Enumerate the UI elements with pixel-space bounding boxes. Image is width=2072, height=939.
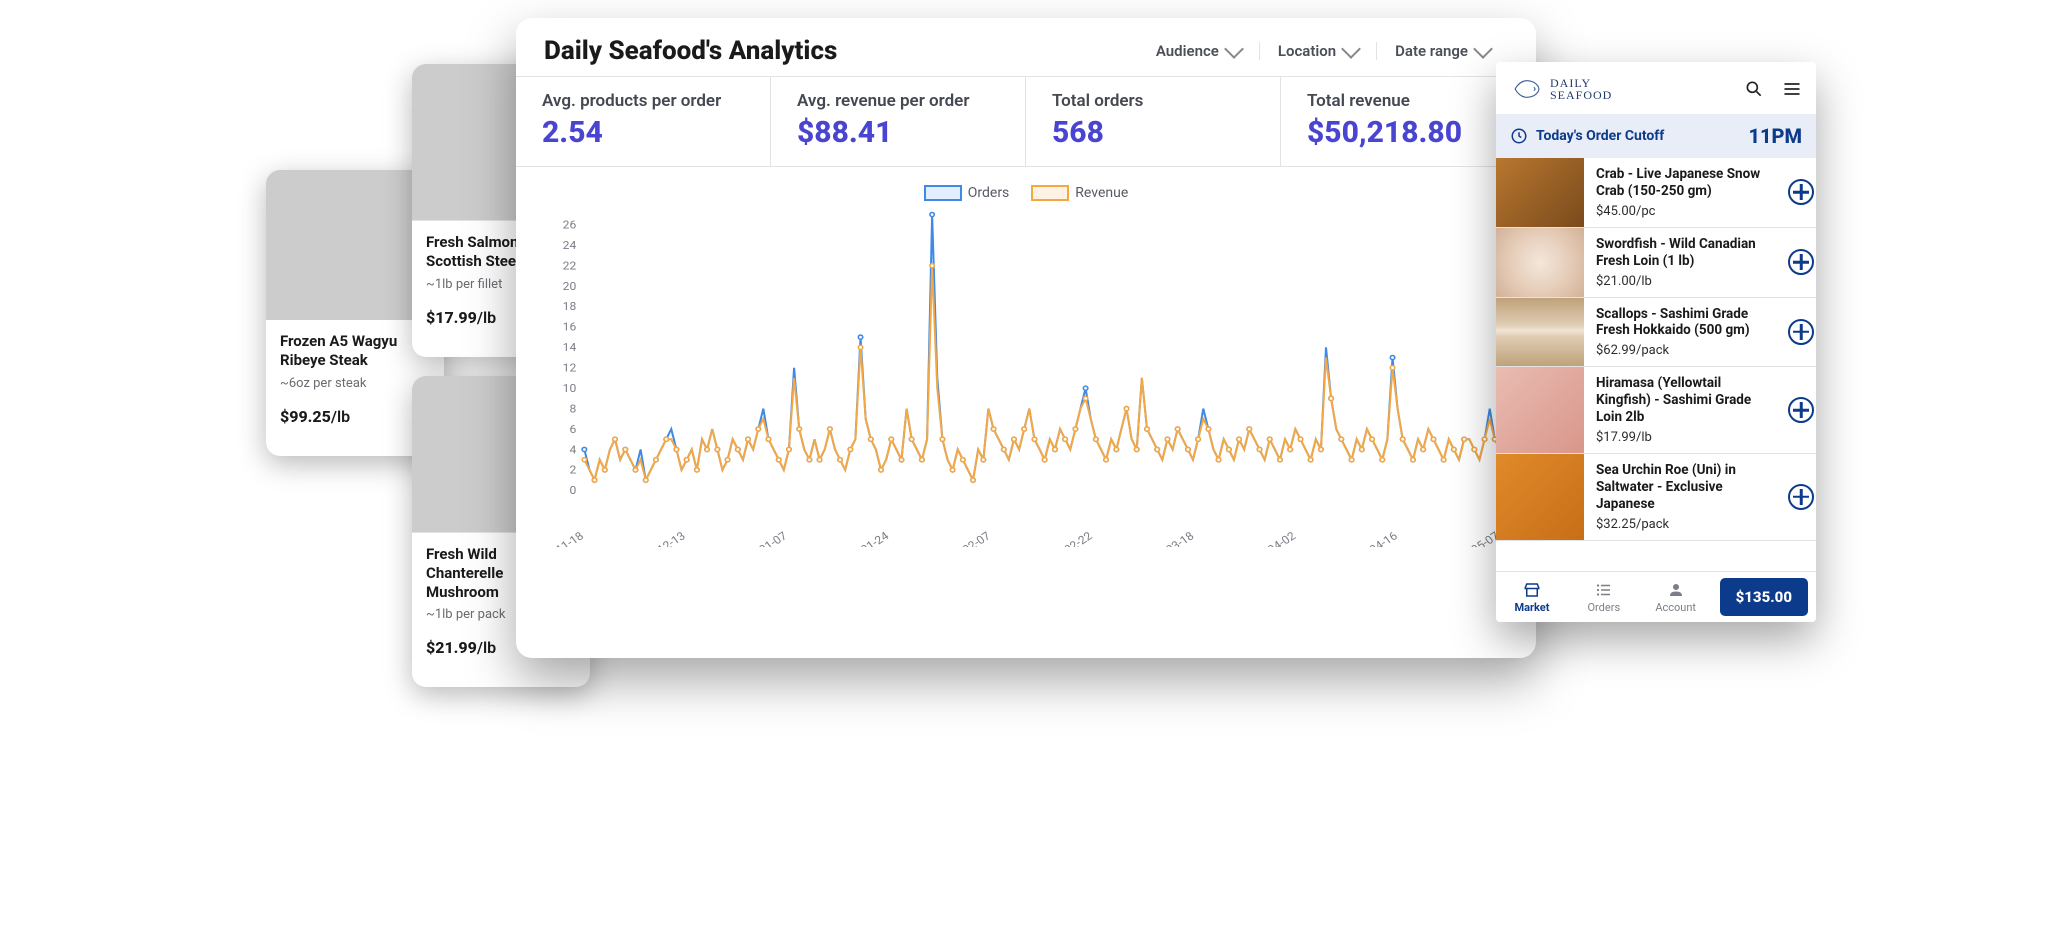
svg-text:2022-01-24: 2022-01-24 bbox=[833, 529, 892, 547]
product-price: $62.99/pack bbox=[1596, 343, 1770, 358]
kpi-avg-revenue: Avg. revenue per order$88.41 bbox=[771, 77, 1026, 166]
mobile-product-list[interactable]: Crab - Live Japanese Snow Crab (150-250 … bbox=[1496, 158, 1816, 571]
svg-text:26: 26 bbox=[563, 218, 577, 232]
product-price: $99.25/lb bbox=[280, 407, 430, 426]
filter-audience[interactable]: Audience bbox=[1138, 42, 1259, 60]
product-name: Swordfish - Wild Canadian Fresh Loin (1 … bbox=[1596, 236, 1770, 270]
svg-text:2022-02-22: 2022-02-22 bbox=[1036, 529, 1095, 547]
svg-text:0: 0 bbox=[569, 484, 576, 498]
svg-text:24: 24 bbox=[563, 239, 577, 253]
svg-text:2022-02-07: 2022-02-07 bbox=[935, 529, 994, 547]
svg-text:2: 2 bbox=[569, 463, 576, 477]
kpi-row: Avg. products per order2.54 Avg. revenue… bbox=[516, 76, 1536, 167]
search-icon[interactable] bbox=[1744, 79, 1764, 99]
analytics-chart: 024681012141618202224262021-11-182021-12… bbox=[542, 207, 1510, 547]
chevron-down-icon bbox=[1473, 39, 1493, 59]
add-to-cart-button[interactable] bbox=[1788, 249, 1814, 275]
analytics-filters: Audience Location Date range bbox=[1138, 42, 1508, 60]
product-thumb bbox=[1496, 228, 1584, 297]
product-thumb bbox=[1496, 454, 1584, 540]
product-price: $32.25/pack bbox=[1596, 517, 1770, 532]
product-price: $21.00/lb bbox=[1596, 274, 1770, 289]
svg-text:2021-11-18: 2021-11-18 bbox=[542, 529, 586, 547]
svg-text:12: 12 bbox=[563, 361, 577, 375]
svg-text:14: 14 bbox=[563, 341, 577, 355]
tab-orders[interactable]: Orders bbox=[1568, 572, 1640, 622]
product-title: Frozen A5 Wagyu Ribeye Steak bbox=[280, 332, 430, 370]
cart-total-button[interactable]: $135.00 bbox=[1720, 578, 1808, 616]
mobile-app-panel: DAILYSEAFOOD Today's Order Cutoff 11PM C… bbox=[1496, 62, 1816, 622]
svg-text:4: 4 bbox=[569, 443, 576, 457]
mobile-bottom-nav: Market Orders Account $135.00 bbox=[1496, 571, 1816, 622]
chevron-down-icon bbox=[1224, 39, 1244, 59]
add-to-cart-button[interactable] bbox=[1788, 484, 1814, 510]
chart-legend: Orders Revenue bbox=[542, 185, 1510, 201]
mobile-product-row[interactable]: Crab - Live Japanese Snow Crab (150-250 … bbox=[1496, 158, 1816, 228]
svg-text:2021-12-13: 2021-12-13 bbox=[630, 529, 688, 547]
analytics-panel: Daily Seafood's Analytics Audience Locat… bbox=[516, 18, 1536, 658]
account-icon bbox=[1667, 581, 1685, 599]
menu-icon[interactable] bbox=[1782, 79, 1802, 99]
store-icon bbox=[1523, 581, 1541, 599]
svg-text:22: 22 bbox=[563, 259, 577, 273]
svg-text:2022-04-02: 2022-04-02 bbox=[1240, 529, 1299, 547]
legend-orders: Orders bbox=[924, 185, 1010, 201]
svg-text:10: 10 bbox=[563, 382, 577, 396]
svg-text:2022-04-16: 2022-04-16 bbox=[1342, 529, 1401, 547]
list-icon bbox=[1595, 581, 1613, 599]
mobile-product-row[interactable]: Hiramasa (Yellowtail Kingfish) - Sashimi… bbox=[1496, 367, 1816, 454]
product-thumb bbox=[1496, 158, 1584, 227]
legend-revenue: Revenue bbox=[1031, 185, 1128, 201]
mobile-product-row[interactable]: Scallops - Sashimi Grade Fresh Hokkaido … bbox=[1496, 298, 1816, 368]
product-name: Scallops - Sashimi Grade Fresh Hokkaido … bbox=[1596, 306, 1770, 340]
add-to-cart-button[interactable] bbox=[1788, 397, 1814, 423]
chevron-down-icon bbox=[1341, 39, 1361, 59]
svg-text:2022-05-07: 2022-05-07 bbox=[1443, 529, 1502, 547]
product-price: $17.99/lb bbox=[1596, 430, 1770, 445]
product-thumb bbox=[1496, 367, 1584, 453]
product-name: Hiramasa (Yellowtail Kingfish) - Sashimi… bbox=[1596, 375, 1770, 426]
add-to-cart-button[interactable] bbox=[1788, 319, 1814, 345]
mobile-product-row[interactable]: Sea Urchin Roe (Uni) in Saltwater - Excl… bbox=[1496, 454, 1816, 541]
kpi-total-orders: Total orders568 bbox=[1026, 77, 1281, 166]
order-cutoff-banner: Today's Order Cutoff 11PM bbox=[1496, 114, 1816, 158]
add-to-cart-button[interactable] bbox=[1788, 179, 1814, 205]
tab-market[interactable]: Market bbox=[1496, 572, 1568, 622]
svg-text:6: 6 bbox=[569, 422, 576, 436]
mobile-header: DAILYSEAFOOD bbox=[1496, 62, 1816, 114]
cutoff-time: 11PM bbox=[1748, 124, 1802, 148]
mobile-product-row[interactable]: Swordfish - Wild Canadian Fresh Loin (1 … bbox=[1496, 228, 1816, 298]
svg-text:2022-03-18: 2022-03-18 bbox=[1138, 529, 1196, 547]
product-subtitle: ~6oz per steak bbox=[280, 376, 430, 391]
kpi-avg-products: Avg. products per order2.54 bbox=[516, 77, 771, 166]
product-name: Crab - Live Japanese Snow Crab (150-250 … bbox=[1596, 166, 1770, 200]
product-thumb bbox=[1496, 298, 1584, 367]
tab-account[interactable]: Account bbox=[1640, 572, 1712, 622]
svg-text:18: 18 bbox=[563, 300, 577, 314]
brand-logo: DAILYSEAFOOD bbox=[1510, 72, 1612, 106]
svg-text:8: 8 bbox=[569, 402, 576, 416]
fish-icon bbox=[1510, 72, 1544, 106]
filter-location[interactable]: Location bbox=[1259, 42, 1376, 60]
analytics-title: Daily Seafood's Analytics bbox=[544, 36, 837, 66]
svg-text:16: 16 bbox=[563, 320, 577, 334]
clock-icon bbox=[1510, 127, 1528, 145]
svg-text:20: 20 bbox=[563, 279, 577, 293]
svg-text:2022-01-07: 2022-01-07 bbox=[731, 529, 790, 547]
product-price: $45.00/pc bbox=[1596, 204, 1770, 219]
filter-date-range[interactable]: Date range bbox=[1376, 42, 1508, 60]
product-name: Sea Urchin Roe (Uni) in Saltwater - Excl… bbox=[1596, 462, 1770, 513]
